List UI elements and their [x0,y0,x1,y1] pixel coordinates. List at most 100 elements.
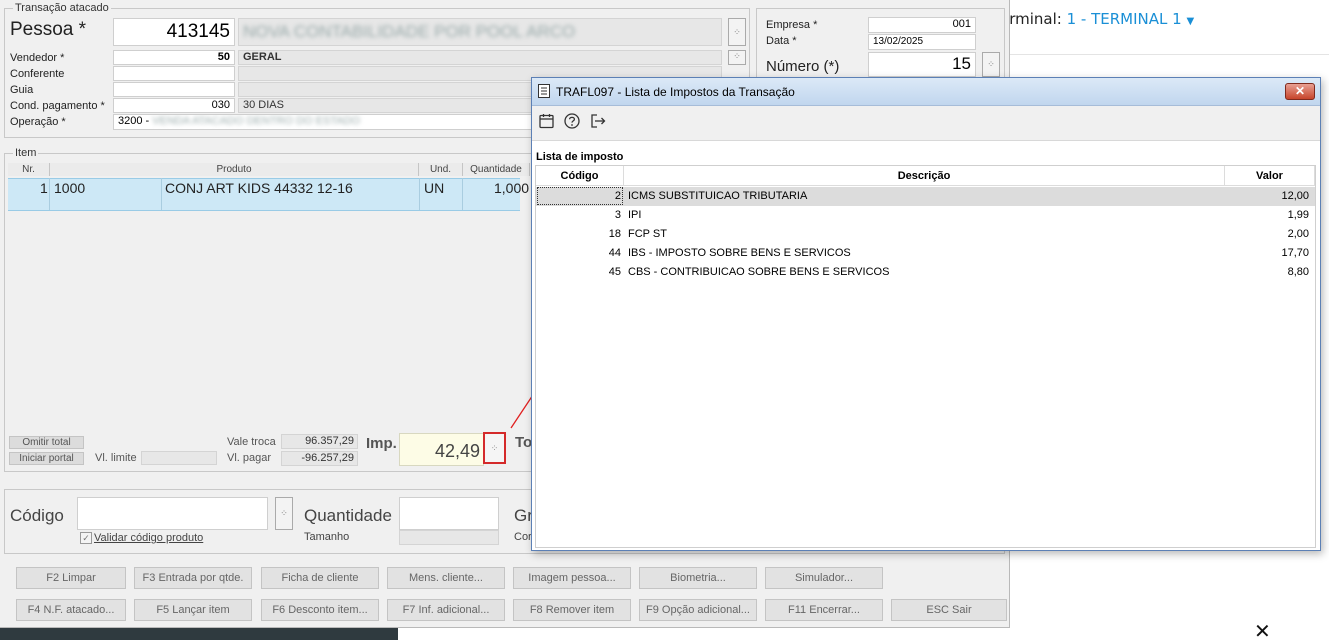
column-header-valor[interactable]: Valor [1225,166,1315,186]
codigo-input[interactable] [77,497,268,530]
imposto-valor: 17,70 [1281,247,1309,259]
imposto-valor: 2,00 [1287,228,1309,240]
document-icon [538,84,550,98]
imposto-codigo: 3 [614,209,621,221]
guia-input[interactable] [113,82,235,97]
close-icon[interactable]: ✕ [1254,622,1271,642]
vl-pagar-field: -96.257,29 [281,451,358,466]
vale-troca-label: Vale troca [227,436,276,448]
f8-remover-item-button[interactable]: F8 Remover item [513,599,631,621]
exit-icon[interactable] [589,112,607,130]
vendedor-code-input[interactable]: 50 [113,50,235,65]
column-header-nr[interactable]: Nr. [8,163,50,176]
imposto-codigo: 44 [608,247,621,259]
column-separator [462,178,463,210]
table-row[interactable]: 44 IBS - IMPOSTO SOBRE BENS E SERVICOS 1… [536,244,1315,263]
operacao-code: 3200 - [118,115,150,127]
cor-label: Cor [514,531,532,543]
cond-pagamento-code-input[interactable]: 030 [113,98,235,113]
tamanho-label: Tamanho [304,531,350,543]
imposto-descricao: FCP ST [628,228,667,240]
operacao-label: Operação * [10,116,66,128]
operacao-name: VENDA ATACADO DENTRO DO ESTADO [152,115,361,127]
column-header-descricao[interactable]: Descrição [624,166,1225,186]
codigo-lookup-button[interactable]: ⁘ [275,497,293,530]
validar-label: Validar código produto [94,532,204,544]
empresa-label: Empresa * [766,19,818,31]
vl-pagar-label: Vl. pagar [227,452,272,464]
dialog-title: TRAFL097 - Lista de Impostos da Transaçã… [556,85,795,99]
ficha-cliente-button[interactable]: Ficha de cliente [261,567,379,589]
pessoa-name-field: NOVA CONTABILIDADE POR POOL ARCO [238,18,722,46]
table-row[interactable]: 18 FCP ST 2,00 [536,225,1315,244]
guia-label: Guia [10,84,34,96]
f2-limpar-button[interactable]: F2 Limpar [16,567,126,589]
iniciar-portal-button[interactable]: Iniciar portal [9,452,84,465]
vale-troca-field: 96.357,29 [281,434,358,449]
imposto-descricao: IPI [628,209,642,221]
table-row[interactable]: 2 ICMS SUBSTITUICAO TRIBUTARIA 12,00 [536,187,1315,206]
omitir-total-button[interactable]: Omitir total [9,436,84,449]
numero-lookup-button[interactable]: ⁘ [982,52,1000,77]
table-row[interactable]: 3 IPI 1,99 [536,206,1315,225]
terminal-dropdown[interactable]: 1 - TERMINAL 1 ▼ [1067,10,1195,28]
imp-label: Imp. [366,435,397,452]
calendar-icon[interactable] [538,112,556,130]
imposto-codigo: 2 [614,190,621,202]
f9-opcao-adicional-button[interactable]: F9 Opção adicional... [639,599,757,621]
vendedor-name-field: GERAL [238,50,722,65]
data-label: Data * [766,35,797,47]
imposto-descricao: ICMS SUBSTITUICAO TRIBUTARIA [628,190,808,202]
item-produto: CONJ ART KIDS 44332 12-16 [165,180,353,196]
column-header-quantidade[interactable]: Quantidade [463,163,530,176]
quantidade-label: Quantidade [304,506,392,525]
esc-sair-button[interactable]: ESC Sair [891,599,1007,621]
imposto-codigo: 45 [608,266,621,278]
pessoa-code-input[interactable]: 413145 [113,18,235,46]
imposto-valor: 12,00 [1281,190,1309,202]
column-header-produto[interactable]: Produto [50,163,419,176]
item-code: 1000 [54,180,86,196]
imagem-pessoa-button[interactable]: Imagem pessoa... [513,567,631,589]
data-input[interactable]: 13/02/2025 [868,34,976,50]
item-und: UN [424,180,445,196]
close-icon: ✕ [1294,84,1306,98]
help-icon[interactable] [563,112,581,130]
simulador-button[interactable]: Simulador... [765,567,883,589]
tamanho-field [399,530,499,545]
quantidade-input[interactable] [399,497,499,530]
pessoa-label: Pessoa * [10,19,87,40]
f6-desconto-item-button[interactable]: F6 Desconto item... [261,599,379,621]
column-separator [49,178,50,210]
caret-down-icon: ▼ [1186,16,1195,27]
terminal-indicator: erminal: 1 - TERMINAL 1 ▼ [1000,10,1194,28]
table-row[interactable]: 45 CBS - CONTRIBUICAO SOBRE BENS E SERVI… [536,263,1315,282]
conferente-input[interactable] [113,66,235,81]
cond-pagamento-label: Cond. pagamento * [10,100,105,112]
lista-imposto-label: Lista de imposto [536,151,624,163]
empresa-input[interactable]: 001 [868,17,976,33]
footer-strip [0,627,398,640]
f7-inf-adicional-button[interactable]: F7 Inf. adicional... [387,599,505,621]
dialog-toolbar [532,106,1320,141]
vendedor-lookup-button[interactable]: ⁘ [728,50,746,65]
f4-nf-atacado-button[interactable]: F4 N.F. atacado... [16,599,126,621]
numero-input[interactable]: 15 [868,52,976,77]
imposto-descricao: CBS - CONTRIBUICAO SOBRE BENS E SERVICOS [628,266,890,278]
operacao-input[interactable]: 3200 - VENDA ATACADO DENTRO DO ESTADO [113,114,533,130]
column-header-codigo[interactable]: Código [536,166,624,186]
f11-encerrar-button[interactable]: F11 Encerrar... [765,599,883,621]
codigo-label: Código [10,506,64,525]
column-header-und[interactable]: Und. [419,163,463,176]
imp-value-field: 42,49 [399,433,484,466]
validar-checkbox[interactable]: ✓ [80,532,92,544]
dialog-close-button[interactable]: ✕ [1285,83,1315,100]
f5-lancar-item-button[interactable]: F5 Lançar item [134,599,252,621]
pessoa-lookup-button[interactable]: ⁘ [728,18,746,46]
imposto-descricao: IBS - IMPOSTO SOBRE BENS E SERVICOS [628,247,851,259]
mens-cliente-button[interactable]: Mens. cliente... [387,567,505,589]
f3-entrada-button[interactable]: F3 Entrada por qtde. [134,567,252,589]
biometria-button[interactable]: Biometria... [639,567,757,589]
item-quantidade: 1,000 [494,180,530,196]
dialog-titlebar[interactable]: TRAFL097 - Lista de Impostos da Transaçã… [532,78,1320,106]
